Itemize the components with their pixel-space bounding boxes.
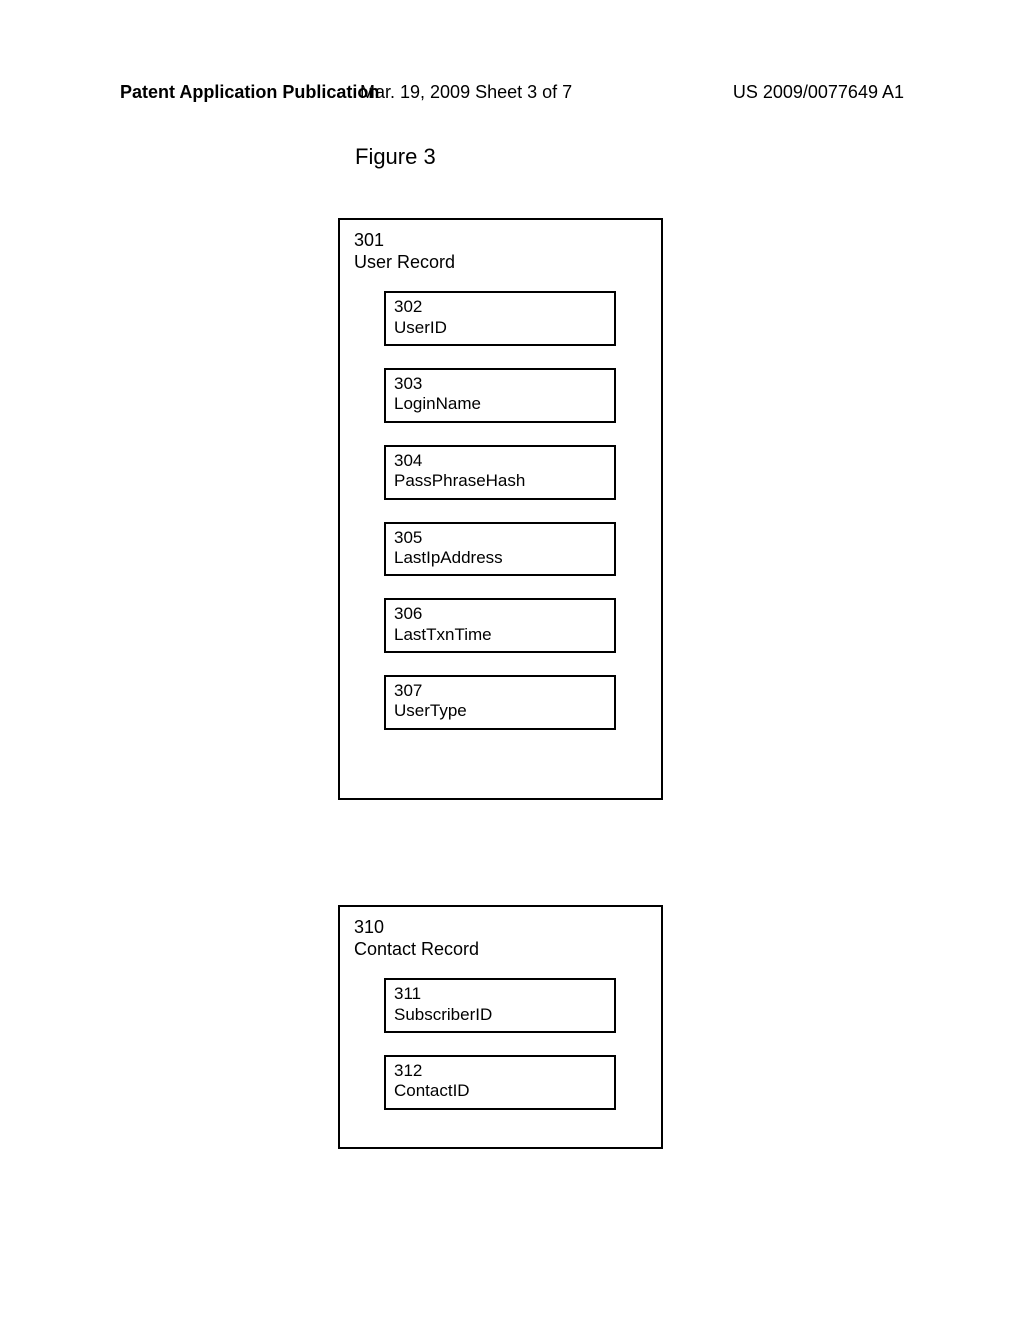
field-name: SubscriberID [394,1005,606,1025]
field-ref: 306 [394,604,606,624]
user-record-fields: 302 UserID 303 LoginName 304 PassPhraseH… [384,291,647,730]
contact-record-ref: 310 [354,917,647,939]
field-name: ContactID [394,1081,606,1101]
user-record-box: 301 User Record 302 UserID 303 LoginName… [338,218,663,800]
field-contactid: 312 ContactID [384,1055,616,1110]
field-lastipaddress: 305 LastIpAddress [384,522,616,577]
field-name: UserID [394,318,606,338]
user-record-name: User Record [354,252,647,274]
contact-record-box: 310 Contact Record 311 SubscriberID 312 … [338,905,663,1149]
header-center-text: Mar. 19, 2009 Sheet 3 of 7 [360,82,572,103]
field-ref: 302 [394,297,606,317]
field-ref: 304 [394,451,606,471]
field-subscriberid: 311 SubscriberID [384,978,616,1033]
field-name: LastIpAddress [394,548,606,568]
field-userid: 302 UserID [384,291,616,346]
field-passphrasehash: 304 PassPhraseHash [384,445,616,500]
field-ref: 303 [394,374,606,394]
contact-record-title: 310 Contact Record [354,917,647,960]
figure-label: Figure 3 [355,144,436,170]
field-ref: 312 [394,1061,606,1081]
field-name: UserType [394,701,606,721]
patent-figure-page: Patent Application Publication Mar. 19, … [0,0,1024,1320]
field-name: PassPhraseHash [394,471,606,491]
field-ref: 311 [394,984,606,1004]
field-lasttxntime: 306 LastTxnTime [384,598,616,653]
contact-record-name: Contact Record [354,939,647,961]
field-ref: 307 [394,681,606,701]
field-usertype: 307 UserType [384,675,616,730]
field-name: LastTxnTime [394,625,606,645]
contact-record-fields: 311 SubscriberID 312 ContactID [384,978,647,1110]
header-right-text: US 2009/0077649 A1 [733,82,904,103]
field-loginname: 303 LoginName [384,368,616,423]
user-record-title: 301 User Record [354,230,647,273]
header-left-text: Patent Application Publication [120,82,379,103]
field-name: LoginName [394,394,606,414]
user-record-ref: 301 [354,230,647,252]
field-ref: 305 [394,528,606,548]
